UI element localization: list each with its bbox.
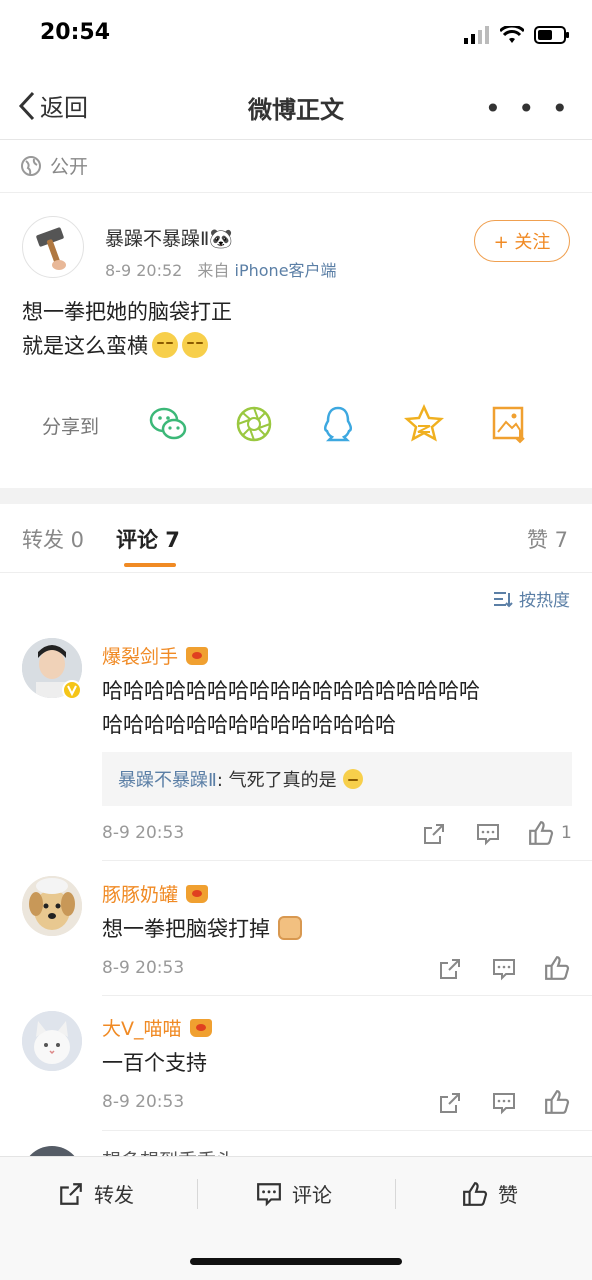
signal-icon (464, 26, 489, 44)
like-count: 1 (561, 823, 572, 843)
repost-label: 转发 (94, 1183, 134, 1207)
like-button[interactable]: 赞 (462, 1179, 518, 1208)
source-prefix: 来自 (197, 261, 230, 280)
like-label: 赞 (498, 1183, 518, 1207)
divider (0, 572, 592, 573)
divider (102, 1130, 592, 1131)
comment-author-name: 豚豚奶罐 (102, 884, 179, 906)
divider (197, 1179, 198, 1209)
post-line-2: 就是这么蛮横 (22, 334, 148, 358)
active-tab-indicator (124, 563, 176, 567)
comment-author[interactable]: 爆裂剑手 (102, 642, 209, 669)
back-button[interactable]: 返回 (18, 88, 88, 123)
reply-comment-icon[interactable] (476, 822, 500, 846)
comment-label: 评论 (292, 1183, 332, 1207)
comment-text: 哈哈哈哈哈哈哈哈哈哈哈哈哈哈哈哈哈哈 哈哈哈哈哈哈哈哈哈哈哈哈哈哈 (102, 674, 480, 742)
author-avatar[interactable] (22, 216, 84, 278)
post-time: 8-9 20:52 (105, 261, 183, 280)
post-meta: 8-9 20:52 来自 iPhone客户端 (105, 257, 337, 281)
comment-avatar[interactable] (22, 876, 82, 936)
qzone-icon[interactable] (404, 404, 444, 444)
divider (0, 192, 592, 193)
home-indicator[interactable] (190, 1258, 402, 1265)
share-comment-icon[interactable] (438, 957, 462, 981)
dizzy-emoji-icon (152, 332, 178, 358)
vip-crown-icon (186, 884, 209, 903)
back-label: 返回 (40, 94, 88, 122)
reply-text: : 气死了真的是 (216, 770, 337, 791)
post-line-2-row: 就是这么蛮横 (22, 329, 232, 363)
comment-text: 想一拳把脑袋打掉 (102, 912, 302, 946)
like-comment-icon[interactable] (544, 955, 570, 981)
section-divider (0, 488, 592, 504)
status-time: 20:54 (40, 20, 111, 45)
reply-comment-icon[interactable] (492, 1091, 516, 1115)
battery-icon (534, 26, 569, 44)
share-label: 分享到 (42, 416, 100, 438)
tab-comment[interactable]: 评论 7 (116, 524, 180, 554)
vip-crown-icon (186, 646, 209, 665)
vip-crown-icon (189, 1018, 212, 1037)
tab-repost[interactable]: 转发 0 (22, 524, 84, 554)
comment-text-line-1: 哈哈哈哈哈哈哈哈哈哈哈哈哈哈哈哈哈哈 (102, 679, 480, 703)
verified-badge-icon (62, 680, 82, 700)
reply-author[interactable]: 暴躁不暴躁Ⅱ (118, 770, 217, 791)
globe-icon (21, 155, 41, 176)
comment-button[interactable]: 评论 (256, 1179, 332, 1208)
comment-text-line-1: 想一拳把脑袋打掉 (102, 917, 270, 941)
like-comment-icon[interactable] (544, 1089, 570, 1115)
comment-text-line-2: 哈哈哈哈哈哈哈哈哈哈哈哈哈哈 (102, 713, 396, 737)
post-body: 想一拳把她的脑袋打正 就是这么蛮横 (22, 295, 232, 363)
divider (395, 1179, 396, 1209)
dizzy-emoji-icon (342, 769, 363, 789)
moments-icon[interactable] (234, 404, 274, 444)
qq-icon[interactable] (318, 404, 358, 444)
wechat-icon[interactable] (148, 404, 188, 444)
comment-time: 8-9 20:53 (102, 1092, 185, 1112)
nav-bar: 微博正文 返回 • • • (0, 70, 592, 140)
chevron-left-icon (18, 91, 35, 120)
hammer-icon (36, 227, 66, 270)
fist-emoji-icon (278, 916, 302, 940)
sort-icon (494, 591, 513, 607)
post-source[interactable]: iPhone客户端 (235, 261, 337, 280)
tab-like[interactable]: 赞 7 (527, 524, 568, 554)
post-line-1: 想一拳把她的脑袋打正 (22, 300, 232, 324)
reply-comment-icon[interactable] (492, 957, 516, 981)
more-button[interactable]: • • • (485, 92, 572, 125)
sort-button[interactable]: 按热度 (493, 586, 570, 611)
comment-time: 8-9 20:53 (102, 958, 185, 978)
reply-preview[interactable]: 暴躁不暴躁Ⅱ: 气死了真的是 (102, 752, 572, 806)
repost-button[interactable]: 转发 (58, 1179, 134, 1208)
visibility-row: 公开 (20, 152, 88, 179)
comment-author-name: 爆裂剑手 (102, 646, 179, 668)
share-comment-icon[interactable] (438, 1091, 462, 1115)
comment-icon (257, 1182, 281, 1206)
share-comment-icon[interactable] (422, 822, 446, 846)
follow-button[interactable]: + 关注 (474, 220, 570, 262)
comment-text: 一百个支持 (102, 1051, 207, 1075)
visibility-label: 公开 (50, 156, 89, 178)
dizzy-emoji-icon (182, 332, 208, 358)
weibo-post-screen: 20:54 微博正文 返回 • • • 公开 暴躁不暴躁Ⅱ🐼 8-9 20:52… (0, 0, 592, 1280)
divider (102, 995, 592, 996)
save-image-icon[interactable] (490, 404, 530, 444)
repost-icon (60, 1182, 82, 1205)
status-icons (464, 26, 570, 44)
cat-photo-icon (22, 1011, 82, 1071)
like-comment-icon[interactable] (528, 820, 554, 846)
comment-author[interactable]: 大V_喵喵 (102, 1014, 212, 1041)
comment-author-name: 大V_喵喵 (102, 1018, 182, 1040)
comment-avatar[interactable] (22, 1011, 82, 1071)
thumb-up-icon (463, 1181, 488, 1206)
author-name[interactable]: 暴躁不暴躁Ⅱ🐼 (105, 224, 233, 251)
wifi-icon (500, 26, 524, 43)
divider (102, 860, 592, 861)
dog-photo-icon (22, 876, 82, 936)
comment-author[interactable]: 豚豚奶罐 (102, 880, 209, 907)
sort-label: 按热度 (519, 591, 570, 611)
comment-time: 8-9 20:53 (102, 823, 185, 843)
